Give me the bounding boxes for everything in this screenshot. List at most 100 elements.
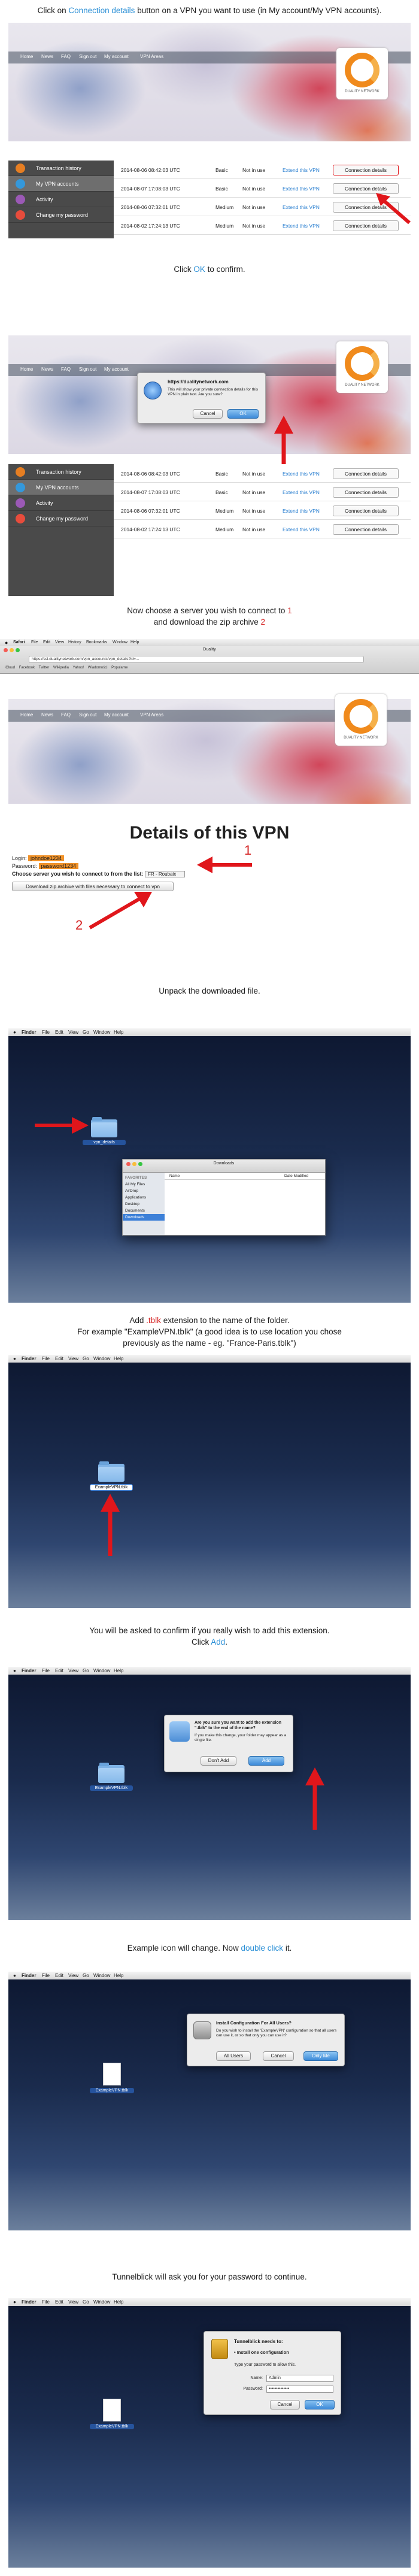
- zoom-icon[interactable]: [138, 1162, 142, 1166]
- bookmark-item[interactable]: Yahoo!: [73, 666, 84, 670]
- dont-add-button[interactable]: Don't Add: [201, 1756, 236, 1766]
- menu-file[interactable]: File: [31, 639, 38, 646]
- connection-details-button[interactable]: Connection details: [333, 505, 399, 516]
- folder-icon[interactable]: [98, 1763, 125, 1783]
- menu-help[interactable]: Help: [114, 1355, 123, 1363]
- menu-safari[interactable]: Safari: [13, 639, 25, 646]
- apple-icon[interactable]: ●: [13, 1028, 16, 1036]
- file-label[interactable]: ExampleVPN.tblk: [90, 2424, 134, 2429]
- nav-news[interactable]: News: [41, 54, 53, 59]
- nav-faq[interactable]: FAQ: [61, 712, 71, 718]
- apple-icon[interactable]: ●: [5, 639, 8, 646]
- extend-link[interactable]: Extend this VPN: [283, 508, 320, 514]
- menu-edit[interactable]: Edit: [55, 1972, 63, 1979]
- menu-file[interactable]: File: [42, 1972, 50, 1979]
- nav-news[interactable]: News: [41, 712, 53, 718]
- menu-finder[interactable]: Finder: [22, 1355, 36, 1363]
- address-bar[interactable]: https://ssl.dualitynetwork.com/vpn_accou…: [29, 656, 364, 663]
- bookmark-item[interactable]: Twitter: [39, 666, 50, 670]
- nav-my-account[interactable]: My account: [104, 367, 129, 372]
- menu-help[interactable]: Help: [114, 2298, 123, 2306]
- menu-file[interactable]: File: [42, 1028, 50, 1036]
- menu-go[interactable]: Go: [83, 1028, 89, 1036]
- menu-help[interactable]: Help: [114, 1667, 123, 1675]
- connection-details-button[interactable]: Connection details: [333, 487, 399, 498]
- minimize-icon[interactable]: [132, 1162, 136, 1166]
- sidebar-item-vpn-accounts[interactable]: My VPN accounts: [8, 480, 114, 495]
- nav-sign-out[interactable]: Sign out: [79, 367, 96, 372]
- add-button[interactable]: Add: [248, 1756, 284, 1766]
- menu-view[interactable]: View: [68, 2298, 78, 2306]
- server-select[interactable]: FR - Roubaix: [145, 871, 186, 877]
- extend-link[interactable]: Extend this VPN: [283, 186, 320, 192]
- folder-label[interactable]: ExampleVPN.tblk: [90, 1785, 133, 1791]
- sidebar-item-desktop[interactable]: Desktop: [125, 1201, 162, 1207]
- sidebar-item-activity[interactable]: Activity: [8, 192, 114, 207]
- menu-bookmarks[interactable]: Bookmarks: [86, 639, 107, 646]
- nav-vpn-areas[interactable]: VPN Areas: [140, 712, 163, 718]
- cancel-button[interactable]: Cancel: [263, 2051, 294, 2061]
- menu-view[interactable]: View: [68, 1355, 78, 1363]
- sidebar-item-downloads[interactable]: Downloads: [123, 1214, 165, 1221]
- sidebar-item-airdrop[interactable]: AirDrop: [125, 1188, 162, 1194]
- tblk-file-icon[interactable]: [103, 2063, 121, 2085]
- menu-edit[interactable]: Edit: [55, 1028, 63, 1036]
- menu-view[interactable]: View: [68, 1667, 78, 1675]
- sidebar-item-documents[interactable]: Documents: [125, 1207, 162, 1214]
- menu-help[interactable]: Help: [114, 1028, 123, 1036]
- menu-go[interactable]: Go: [83, 1667, 89, 1675]
- sidebar-item-activity[interactable]: Activity: [8, 495, 114, 511]
- sidebar-item-all-files[interactable]: All My Files: [125, 1181, 162, 1188]
- password-field[interactable]: ••••••••••••••: [266, 2386, 333, 2393]
- menu-edit[interactable]: Edit: [55, 1355, 63, 1363]
- menu-finder[interactable]: Finder: [22, 1667, 36, 1675]
- duality-logo[interactable]: DUALITY NETWORK: [335, 694, 387, 746]
- folder-icon[interactable]: [98, 1461, 125, 1482]
- file-label[interactable]: ExampleVPN.tblk: [90, 2088, 134, 2093]
- menu-help[interactable]: Help: [114, 1972, 123, 1979]
- menu-edit[interactable]: Edit: [55, 2298, 63, 2306]
- nav-home[interactable]: Home: [20, 367, 33, 372]
- close-icon[interactable]: [126, 1162, 130, 1166]
- bookmark-item[interactable]: Popularne: [111, 666, 127, 670]
- folder-name-field[interactable]: ExampleVPN.tblk: [90, 1484, 133, 1491]
- menu-window[interactable]: Window: [93, 1972, 110, 1979]
- sidebar-item-applications[interactable]: Applications: [125, 1194, 162, 1201]
- nav-home[interactable]: Home: [20, 54, 33, 59]
- menu-file[interactable]: File: [42, 2298, 50, 2306]
- apple-icon[interactable]: ●: [13, 1972, 16, 1979]
- tblk-file-icon[interactable]: [103, 2399, 121, 2421]
- extend-link[interactable]: Extend this VPN: [283, 223, 320, 229]
- nav-news[interactable]: News: [41, 367, 53, 372]
- close-icon[interactable]: [4, 648, 8, 652]
- only-me-button[interactable]: Only Me: [303, 2051, 338, 2061]
- menu-file[interactable]: File: [42, 1667, 50, 1675]
- nav-vpn-areas[interactable]: VPN Areas: [140, 54, 163, 59]
- connection-details-button[interactable]: Connection details: [333, 165, 399, 175]
- extend-link[interactable]: Extend this VPN: [283, 204, 320, 210]
- cancel-button[interactable]: Cancel: [193, 409, 223, 419]
- nav-sign-out[interactable]: Sign out: [79, 712, 96, 718]
- sidebar-item-change-password[interactable]: Change my password: [8, 511, 114, 526]
- menu-window[interactable]: Window: [93, 2298, 110, 2306]
- bookmark-item[interactable]: Wikipedia: [53, 666, 69, 670]
- menu-view[interactable]: View: [68, 1972, 78, 1979]
- folder-icon[interactable]: [91, 1117, 117, 1137]
- menu-finder[interactable]: Finder: [22, 1972, 36, 1979]
- connection-details-button[interactable]: Connection details: [333, 468, 399, 479]
- nav-home[interactable]: Home: [20, 712, 33, 718]
- nav-my-account[interactable]: My account: [104, 54, 129, 59]
- menu-history[interactable]: History: [68, 639, 81, 646]
- connection-details-button[interactable]: Connection details: [333, 524, 399, 535]
- all-users-button[interactable]: All Users: [216, 2051, 251, 2061]
- apple-icon[interactable]: ●: [13, 1355, 16, 1363]
- sidebar-item-transactions[interactable]: Transaction history: [8, 464, 114, 480]
- extend-link[interactable]: Extend this VPN: [283, 489, 320, 495]
- duality-logo[interactable]: DUALITY NETWORK: [336, 341, 388, 393]
- nav-faq[interactable]: FAQ: [61, 54, 71, 59]
- zoom-icon[interactable]: [16, 648, 20, 652]
- nav-faq[interactable]: FAQ: [61, 367, 71, 372]
- menu-edit[interactable]: Edit: [55, 1667, 63, 1675]
- folder-label[interactable]: vpn_details: [83, 1140, 126, 1145]
- menu-view[interactable]: View: [68, 1028, 78, 1036]
